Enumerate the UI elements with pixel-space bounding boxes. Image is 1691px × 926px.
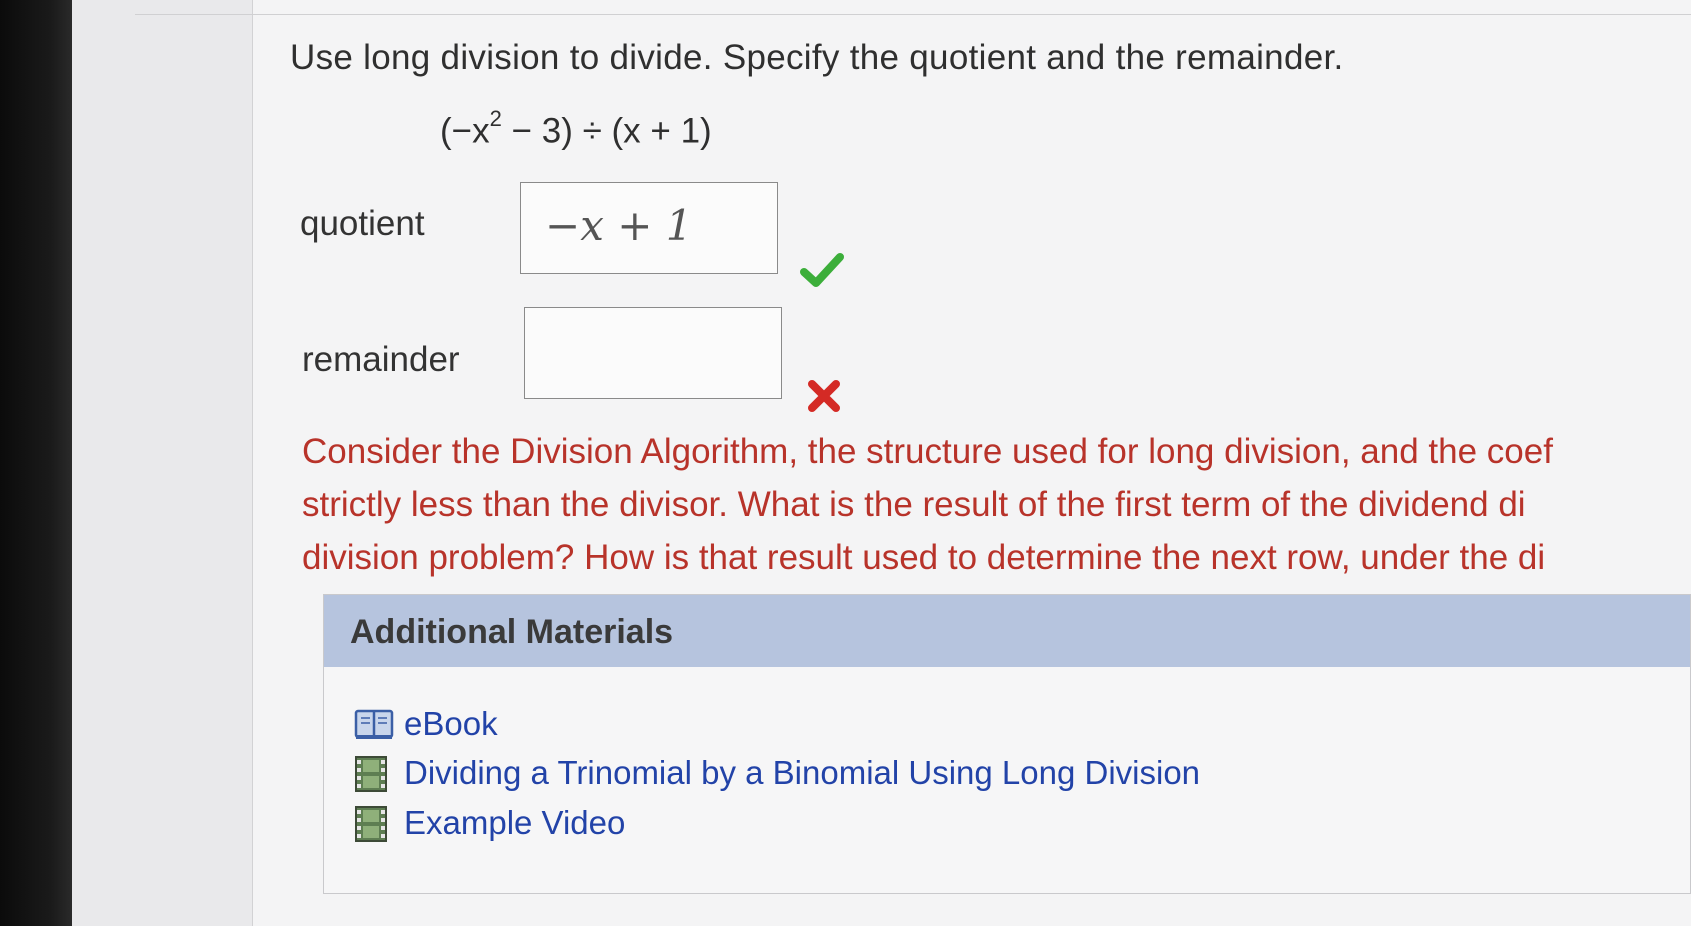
check-icon (800, 253, 844, 287)
expression-part-2: − 3) ÷ (x + 1) (501, 111, 712, 151)
divider (135, 14, 1691, 15)
hint-line: strictly less than the divisor. What is … (302, 485, 1526, 524)
book-icon (354, 709, 394, 739)
quotient-label: quotient (300, 204, 425, 243)
remainder-input[interactable] (524, 307, 782, 399)
monitor-bezel (0, 0, 72, 926)
question-prompt: Use long division to divide. Specify the… (290, 38, 1344, 77)
additional-materials-title: Additional Materials (350, 613, 674, 651)
hint-line: division problem? How is that result use… (302, 538, 1546, 577)
page-margin (72, 0, 252, 926)
cross-icon (808, 380, 840, 412)
expression-part-1: (−x (440, 111, 490, 151)
division-expression: (−x2 − 3) ÷ (x + 1) (440, 106, 712, 152)
film-icon (355, 806, 387, 842)
video-link-label: Dividing a Trinomial by a Binomial Using… (404, 754, 1201, 791)
additional-materials-panel: Additional Materials eBook Dividing a Tr… (323, 594, 1691, 894)
example-video-label: Example Video (404, 804, 626, 841)
hint-text: Consider the Division Algorithm, the str… (302, 425, 1691, 585)
remainder-label: remainder (302, 340, 460, 379)
ebook-link-label: eBook (404, 705, 498, 742)
quotient-input[interactable]: −x + 1 (520, 182, 778, 274)
film-icon (355, 756, 387, 792)
quotient-value: −x + 1 (545, 201, 693, 250)
additional-materials-header: Additional Materials (324, 595, 1690, 667)
expression-exponent: 2 (489, 106, 502, 131)
hint-line: Consider the Division Algorithm, the str… (302, 432, 1553, 471)
